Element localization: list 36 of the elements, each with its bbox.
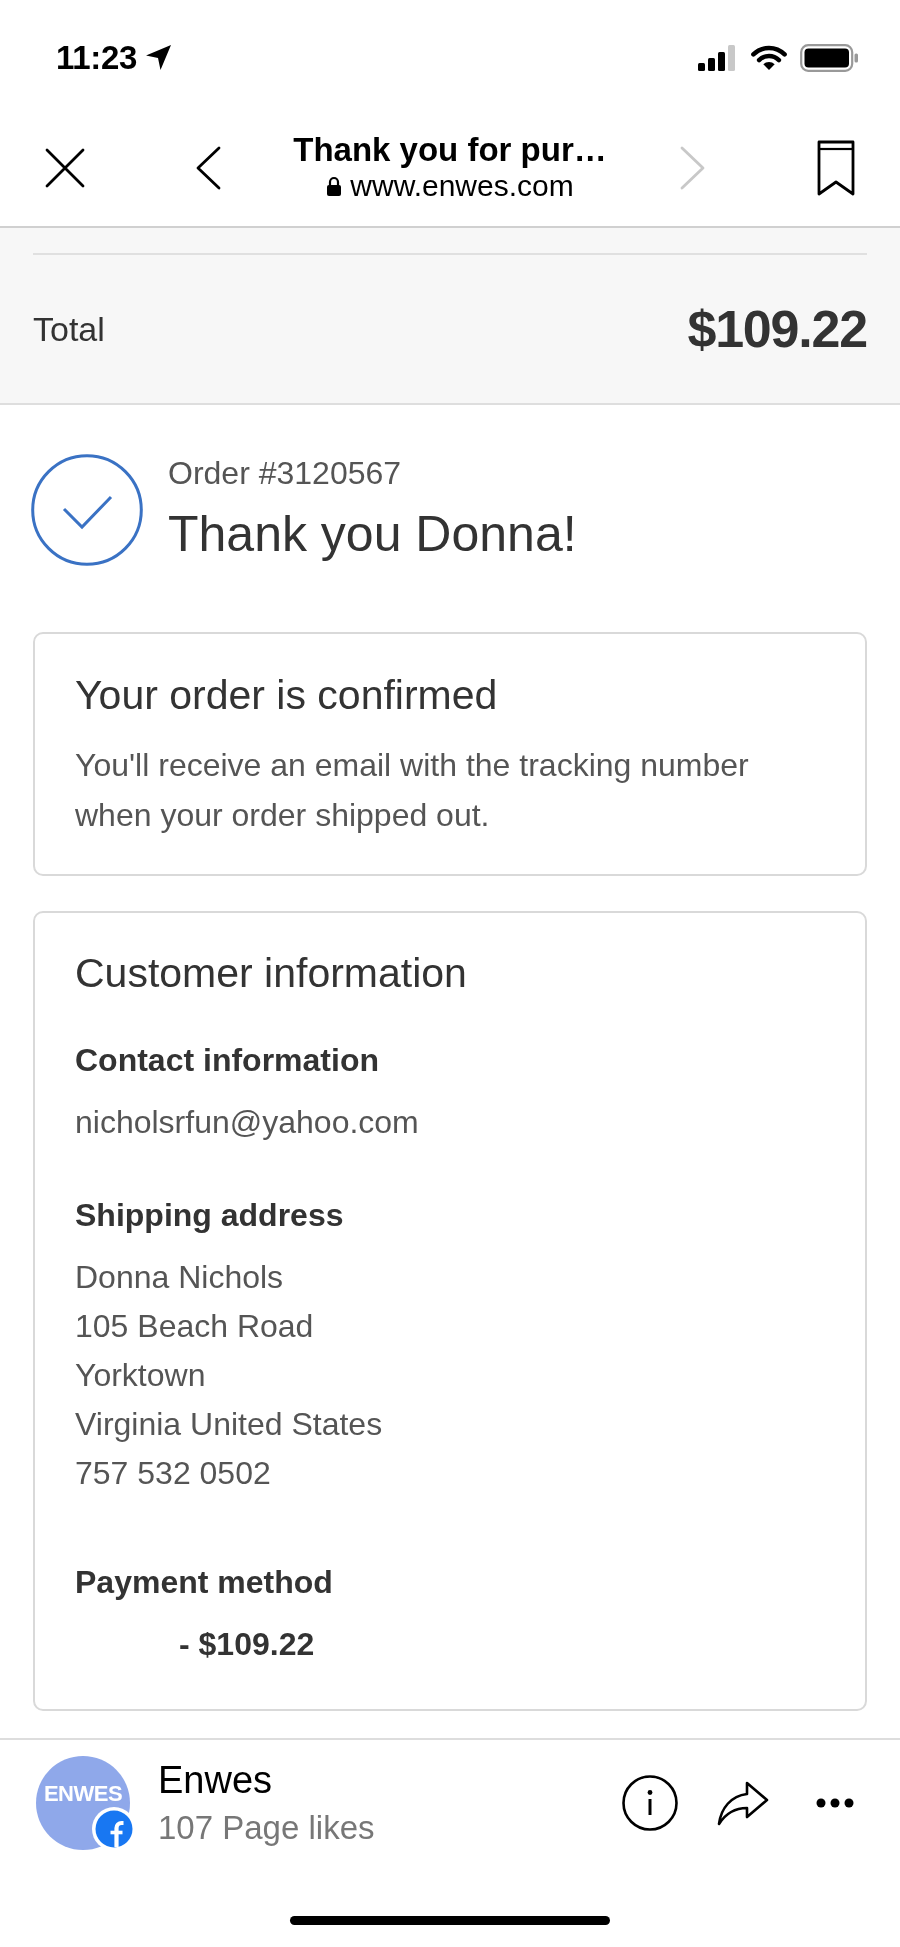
info-line: 757 532 0502 [75,1454,271,1493]
info-icon[interactable] [622,1775,678,1831]
share-arrow-icon[interactable] [717,1780,769,1826]
section-heading: Contact information [75,1041,379,1080]
confirmation-message: You'll receive an email with the tracking number when your order shipped out. [75,746,750,835]
check-circle-icon [31,454,143,566]
page-url: www.enwes.com [350,168,574,204]
f-badge-icon [92,1807,136,1851]
close-icon[interactable] [45,147,85,188]
total-label: Total [33,309,105,349]
info-line: Virginia United States [75,1405,383,1444]
payment-amount: - $109.22 [179,1625,315,1664]
card-title: Your order is confirmed [75,671,499,719]
cellular-signal-icon [698,44,738,71]
location-arrow-icon [145,44,173,71]
page-title: Thank you for pur… [293,131,607,168]
section-heading: Payment method [75,1563,333,1602]
avatar-logo-text: ENWES [43,1783,123,1805]
section-heading: Shipping address [75,1196,344,1235]
wifi-icon [750,44,788,71]
info-line: 105 Beach Road [75,1307,314,1346]
info-line: Donna Nichols [75,1258,284,1297]
total-amount: $109.22 [687,299,867,359]
more-options-icon[interactable] [816,1798,854,1808]
info-line: nicholsrfun@yahoo.com [75,1103,419,1142]
thank-you-heading: Thank you Donna! [168,506,577,562]
card-title: Customer information [75,949,468,997]
order-number: Order #3120567 [168,455,403,491]
info-line: Yorktown [75,1356,206,1395]
bookmark-icon[interactable] [817,139,855,196]
back-chevron-icon[interactable] [195,145,221,190]
lock-icon [326,175,343,196]
status-time: 11:23 [56,37,138,78]
page-name[interactable]: Enwes [158,1758,273,1802]
battery-icon [800,43,858,72]
page-likes-count: 107 Page likes [158,1808,375,1848]
